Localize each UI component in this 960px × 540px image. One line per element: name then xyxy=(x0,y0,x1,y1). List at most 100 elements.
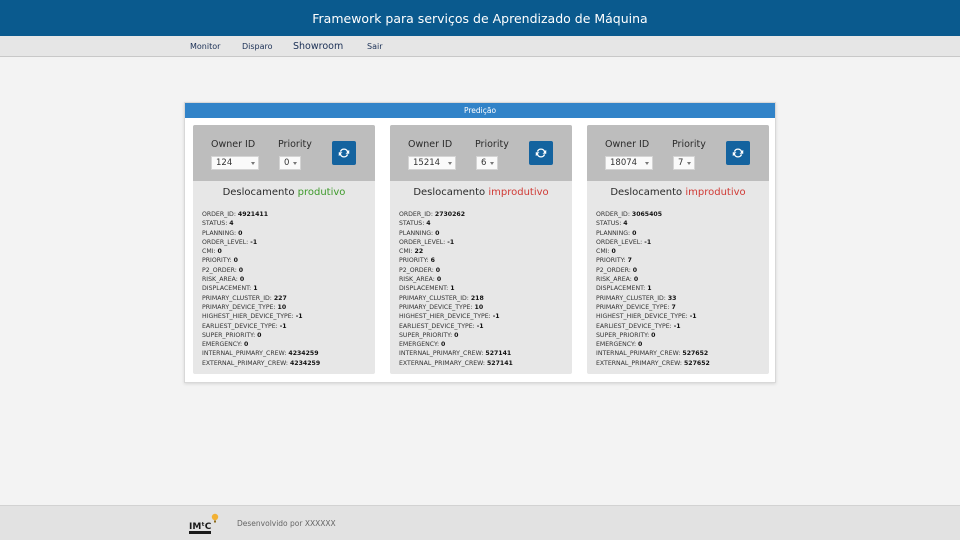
field-key: PRIMARY_DEVICE_TYPE: xyxy=(596,303,670,311)
field-row: ORDER_ID: 3065405 xyxy=(596,210,769,219)
owner-id-value: 18074 xyxy=(610,158,638,168)
chevron-down-icon xyxy=(645,162,649,165)
nav-bar: Monitor Disparo Showroom Sair xyxy=(0,36,960,57)
field-key: ORDER_LEVEL: xyxy=(596,238,643,246)
field-row: DISPLACEMENT: 1 xyxy=(399,284,572,293)
priority-select[interactable]: 7 xyxy=(673,156,695,170)
field-key: EARLIEST_DEVICE_TYPE: xyxy=(399,322,475,330)
field-key: DISPLACEMENT: xyxy=(596,285,646,293)
field-key: PRIMARY_DEVICE_TYPE: xyxy=(399,303,473,311)
field-key: EXTERNAL_PRIMARY_CREW: xyxy=(596,359,683,367)
field-value: 0 xyxy=(238,266,244,274)
field-key: PRIORITY: xyxy=(596,257,626,265)
field-value: -1 xyxy=(250,238,258,246)
field-value: 0 xyxy=(435,266,441,274)
nav-sair[interactable]: Sair xyxy=(367,36,383,57)
owner-id-label: Owner ID xyxy=(408,139,453,150)
field-value: 6 xyxy=(430,257,435,265)
priority-select[interactable]: 0 xyxy=(279,156,301,170)
field-key: PLANNING: xyxy=(596,229,631,237)
priority-value: 0 xyxy=(284,158,290,168)
logo-text: IMᵗC xyxy=(189,522,212,532)
status-label: improdutivo xyxy=(488,187,549,198)
priority-value: 7 xyxy=(678,158,684,168)
owner-id-select[interactable]: 124 xyxy=(211,156,259,170)
field-key: PLANNING: xyxy=(399,229,434,237)
field-row: STATUS: 4 xyxy=(596,219,769,228)
field-key: PRIMARY_CLUSTER_ID: xyxy=(399,294,469,302)
field-key: EMERGENCY: xyxy=(202,341,243,349)
nav-showroom[interactable]: Showroom xyxy=(293,36,343,57)
field-row: EXTERNAL_PRIMARY_CREW: 527141 xyxy=(399,359,572,368)
field-row: HIGHEST_HIER_DEVICE_TYPE: -1 xyxy=(596,312,769,321)
field-key: PLANNING: xyxy=(202,229,237,237)
card-title-prefix: Deslocamento xyxy=(222,187,295,198)
field-value: -1 xyxy=(492,313,500,321)
field-row: PRIMARY_DEVICE_TYPE: 10 xyxy=(399,303,572,312)
field-key: PRIMARY_CLUSTER_ID: xyxy=(596,294,666,302)
priority-select[interactable]: 6 xyxy=(476,156,498,170)
status-label: improdutivo xyxy=(685,187,746,198)
field-value: 0 xyxy=(651,331,656,339)
field-value: -1 xyxy=(644,238,652,246)
card-controls: Owner ID Priority 15214 6 xyxy=(390,125,572,181)
field-list: ORDER_ID: 4921411 STATUS: 4 PLANNING: 0 ORD… xyxy=(193,198,375,368)
field-key: HIGHEST_HIER_DEVICE_TYPE: xyxy=(202,313,294,321)
field-row: PRIORITY: 0 xyxy=(202,256,375,265)
field-row: EMERGENCY: 0 xyxy=(202,340,375,349)
card-title-prefix: Deslocamento xyxy=(413,187,486,198)
priority-label: Priority xyxy=(672,139,706,150)
field-value: -1 xyxy=(295,313,303,321)
refresh-button[interactable] xyxy=(332,141,356,165)
field-key: SUPER_PRIORITY: xyxy=(399,331,453,339)
field-value: 1 xyxy=(253,285,258,293)
field-value: 22 xyxy=(414,248,424,256)
field-key: EMERGENCY: xyxy=(596,341,637,349)
field-row: P2_ORDER: 0 xyxy=(399,266,572,275)
field-value: 7 xyxy=(627,257,632,265)
field-row: ORDER_ID: 2730262 xyxy=(399,210,572,219)
field-value: 0 xyxy=(454,331,459,339)
field-key: HIGHEST_HIER_DEVICE_TYPE: xyxy=(399,313,491,321)
field-key: PRIMARY_CLUSTER_ID: xyxy=(202,294,272,302)
field-row: ORDER_LEVEL: -1 xyxy=(399,238,572,247)
field-key: EMERGENCY: xyxy=(399,341,440,349)
owner-id-select[interactable]: 18074 xyxy=(605,156,653,170)
field-row: INTERNAL_PRIMARY_CREW: 527141 xyxy=(399,349,572,358)
panel-title: Predição xyxy=(185,103,775,118)
field-row: EXTERNAL_PRIMARY_CREW: 4234259 xyxy=(202,359,375,368)
field-row: PLANNING: 0 xyxy=(596,229,769,238)
refresh-button[interactable] xyxy=(726,141,750,165)
field-row: EXTERNAL_PRIMARY_CREW: 527652 xyxy=(596,359,769,368)
refresh-button[interactable] xyxy=(529,141,553,165)
card-controls: Owner ID Priority 124 0 xyxy=(193,125,375,181)
owner-id-select[interactable]: 15214 xyxy=(408,156,456,170)
field-value: 4234259 xyxy=(289,359,321,367)
field-row: PRIORITY: 7 xyxy=(596,256,769,265)
field-value: 0 xyxy=(238,229,243,237)
nav-monitor[interactable]: Monitor xyxy=(190,36,220,57)
field-key: DISPLACEMENT: xyxy=(202,285,252,293)
field-value: 0 xyxy=(239,276,245,284)
field-value: 0 xyxy=(244,341,249,349)
field-key: CMI: xyxy=(399,248,413,256)
status-label: produtivo xyxy=(297,187,346,198)
priority-label: Priority xyxy=(278,139,312,150)
field-row: EMERGENCY: 0 xyxy=(399,340,572,349)
chevron-down-icon xyxy=(490,162,494,165)
field-row: EMERGENCY: 0 xyxy=(596,340,769,349)
field-value: 1 xyxy=(450,285,455,293)
app-header: Framework para serviços de Aprendizado d… xyxy=(0,0,960,36)
field-key: CMI: xyxy=(202,248,216,256)
field-key: P2_ORDER: xyxy=(399,266,434,274)
field-key: RISK_AREA: xyxy=(596,276,632,284)
field-row: STATUS: 4 xyxy=(202,219,375,228)
field-row: HIGHEST_HIER_DEVICE_TYPE: -1 xyxy=(399,312,572,321)
field-row: SUPER_PRIORITY: 0 xyxy=(202,331,375,340)
field-key: EARLIEST_DEVICE_TYPE: xyxy=(202,322,278,330)
field-row: RISK_AREA: 0 xyxy=(596,275,769,284)
field-row: PRIMARY_DEVICE_TYPE: 7 xyxy=(596,303,769,312)
field-key: ORDER_ID: xyxy=(399,211,433,218)
owner-id-value: 15214 xyxy=(413,158,441,168)
nav-disparo[interactable]: Disparo xyxy=(242,36,273,57)
